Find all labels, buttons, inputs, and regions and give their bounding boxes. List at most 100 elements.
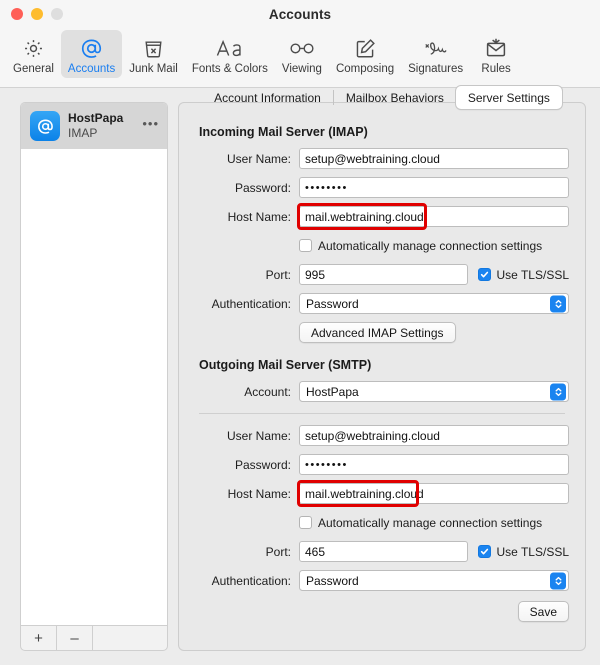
server-settings-panel: Account Information Mailbox Behaviors Se…: [178, 86, 586, 651]
toolbar-item-fonts-colors[interactable]: Fonts & Colors: [185, 30, 275, 78]
incoming-auto-manage-checkbox[interactable]: [299, 239, 312, 252]
incoming-user-name-input[interactable]: setup@webtraining.cloud: [299, 148, 569, 169]
incoming-authentication-select[interactable]: Password: [299, 293, 569, 314]
toolbar-label: Signatures: [408, 63, 464, 75]
outgoing-host-name-wrapper: mail.webtraining.cloud: [297, 480, 569, 507]
incoming-user-name-label: User Name:: [226, 151, 291, 166]
outgoing-password-row: Password: ••••••••: [195, 454, 569, 475]
outgoing-account-value: HostPapa: [306, 384, 359, 399]
account-list-item-hostpapa[interactable]: HostPapa IMAP •••: [21, 103, 167, 149]
incoming-password-input[interactable]: ••••••••: [299, 177, 569, 198]
rules-envelope-icon: [484, 34, 508, 62]
incoming-authentication-row: Authentication: Password: [195, 293, 569, 314]
save-button-row: Save: [195, 601, 569, 622]
accounts-preferences-window: Accounts General Accounts Junk Mail Font…: [0, 0, 600, 665]
outgoing-divider: [199, 413, 565, 414]
outgoing-host-name-row: Host Name: mail.webtraining.cloud: [195, 480, 569, 507]
chevron-updown-icon: [550, 295, 566, 312]
toolbar-label: Composing: [335, 63, 395, 75]
add-account-button[interactable]: +: [21, 626, 57, 650]
toolbar-label: Accounts: [67, 63, 116, 75]
outgoing-user-name-label: User Name:: [226, 428, 291, 443]
toolbar-label: General: [13, 63, 54, 75]
account-item-text: HostPapa IMAP: [68, 111, 134, 141]
settings-tab-bar: Account Information Mailbox Behaviors Se…: [191, 86, 573, 109]
incoming-tls-label: Use TLS/SSL: [496, 267, 569, 282]
outgoing-auto-manage-checkbox[interactable]: [299, 516, 312, 529]
incoming-host-name-input[interactable]: mail.webtraining.cloud: [299, 206, 569, 227]
toolbar-item-junk-mail[interactable]: Junk Mail: [122, 30, 185, 78]
account-more-options-icon[interactable]: •••: [142, 117, 159, 136]
at-sign-badge-icon: [30, 111, 60, 141]
outgoing-account-label: Account:: [244, 384, 291, 399]
incoming-tls-checkbox[interactable]: [477, 268, 491, 281]
outgoing-authentication-value: Password: [306, 573, 359, 588]
incoming-advanced-button-row: Advanced IMAP Settings: [195, 322, 569, 343]
outgoing-section-heading: Outgoing Mail Server (SMTP): [199, 358, 372, 372]
incoming-password-row: Password: ••••••••: [195, 177, 569, 198]
toolbar-item-general[interactable]: General: [6, 30, 61, 78]
toolbar-label: Junk Mail: [129, 63, 178, 75]
trash-x-icon: [142, 34, 165, 62]
remove-account-button[interactable]: –: [57, 626, 93, 650]
outgoing-host-name-input[interactable]: mail.webtraining.cloud: [299, 483, 569, 504]
outgoing-host-name-label: Host Name:: [227, 486, 291, 501]
accounts-sidebar: HostPapa IMAP ••• + –: [20, 102, 168, 651]
outgoing-user-name-row: User Name: setup@webtraining.cloud: [195, 425, 569, 446]
incoming-port-input[interactable]: 995: [299, 264, 468, 285]
chevron-updown-icon: [550, 572, 566, 589]
tab-server-settings[interactable]: Server Settings: [455, 86, 562, 109]
outgoing-authentication-label: Authentication:: [211, 573, 291, 588]
account-toolbar-spacer: [93, 626, 167, 650]
compose-pencil-icon: [354, 34, 377, 62]
outgoing-authentication-select[interactable]: Password: [299, 570, 569, 591]
toolbar-item-rules[interactable]: Rules: [470, 30, 522, 78]
outgoing-password-input[interactable]: ••••••••: [299, 454, 569, 475]
outgoing-auto-manage-label: Automatically manage connection settings: [318, 515, 543, 530]
advanced-imap-settings-button[interactable]: Advanced IMAP Settings: [299, 322, 456, 343]
outgoing-port-input[interactable]: 465: [299, 541, 468, 562]
outgoing-authentication-row: Authentication: Password: [195, 570, 569, 591]
incoming-password-label: Password:: [234, 180, 291, 195]
glasses-icon: [288, 34, 316, 62]
tab-account-information[interactable]: Account Information: [202, 86, 333, 109]
outgoing-account-select[interactable]: HostPapa: [299, 381, 569, 402]
title-bar: Accounts: [0, 0, 600, 28]
toolbar-item-accounts[interactable]: Accounts: [60, 30, 123, 78]
incoming-auto-manage-row: Automatically manage connection settings: [195, 235, 569, 256]
window-title: Accounts: [268, 6, 332, 22]
tab-mailbox-behaviors[interactable]: Mailbox Behaviors: [334, 86, 456, 109]
incoming-host-name-wrapper: mail.webtraining.cloud: [297, 203, 569, 230]
account-name: HostPapa: [68, 111, 124, 125]
incoming-host-name-row: Host Name: mail.webtraining.cloud: [195, 203, 569, 230]
outgoing-user-name-input[interactable]: setup@webtraining.cloud: [299, 425, 569, 446]
toolbar-item-signatures[interactable]: Signatures: [401, 30, 470, 78]
gear-icon: [22, 34, 45, 62]
incoming-authentication-value: Password: [306, 296, 359, 311]
incoming-section-heading: Incoming Mail Server (IMAP): [199, 125, 368, 139]
outgoing-account-row: Account: HostPapa: [195, 381, 569, 402]
outgoing-port-label: Port:: [265, 544, 291, 559]
incoming-authentication-label: Authentication:: [211, 296, 291, 311]
outgoing-tls-checkbox[interactable]: [477, 545, 491, 558]
toolbar-label: Rules: [481, 63, 511, 75]
outgoing-tls-label: Use TLS/SSL: [496, 544, 569, 559]
toolbar-label: Fonts & Colors: [191, 63, 268, 75]
incoming-port-row: Port: 995 Use TLS/SSL: [195, 264, 569, 285]
outgoing-tls-group: Use TLS/SSL: [477, 544, 569, 559]
preferences-content: HostPapa IMAP ••• + – Account Informatio…: [0, 86, 600, 665]
toolbar-item-composing[interactable]: Composing: [329, 30, 401, 78]
at-sign-icon: [79, 34, 104, 62]
incoming-port-label: Port:: [265, 267, 291, 282]
account-list-toolbar: + –: [20, 625, 168, 651]
outgoing-port-row: Port: 465 Use TLS/SSL: [195, 541, 569, 562]
account-type: IMAP: [68, 126, 98, 140]
save-button[interactable]: Save: [517, 601, 569, 622]
incoming-auto-manage-label: Automatically manage connection settings: [318, 238, 543, 253]
toolbar-item-viewing[interactable]: Viewing: [275, 30, 329, 78]
font-aa-icon: [215, 34, 245, 62]
account-list[interactable]: HostPapa IMAP •••: [20, 102, 168, 625]
toolbar-label: Viewing: [281, 63, 322, 75]
signature-icon: [422, 34, 450, 62]
